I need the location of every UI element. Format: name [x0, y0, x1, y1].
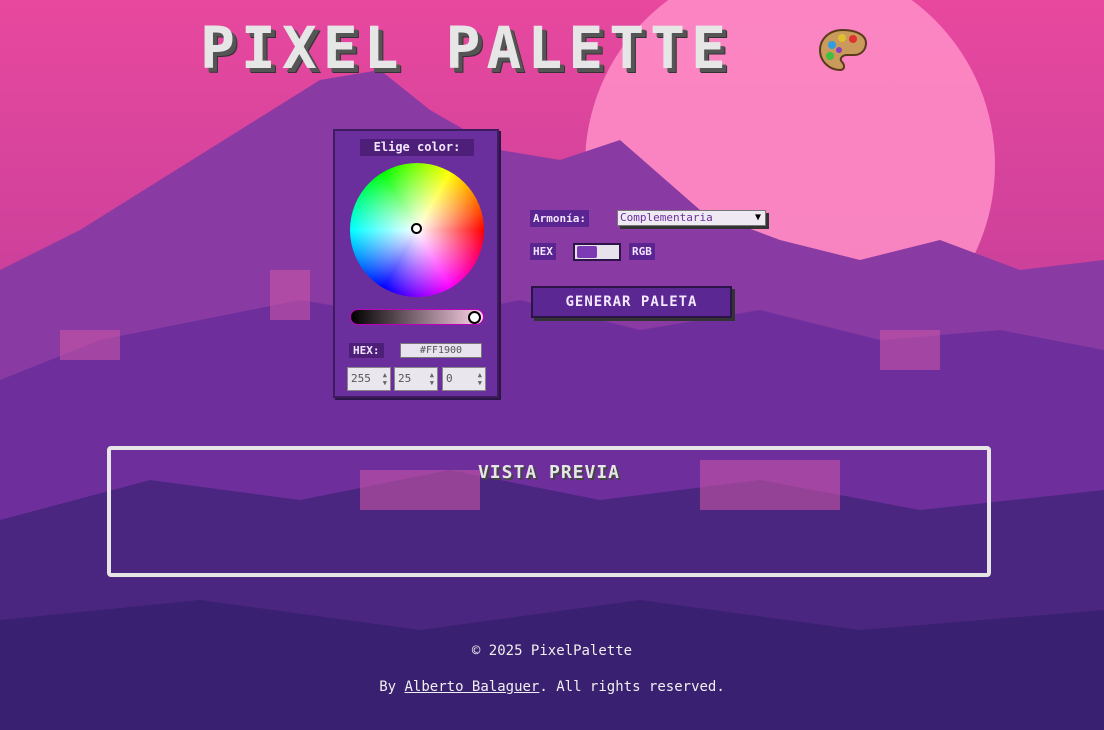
footer-credits: By Alberto Balaguer. All rights reserved… [0, 679, 1104, 695]
blue-value: 0 [446, 372, 453, 385]
format-toggle[interactable] [573, 243, 621, 261]
spinner-icon[interactable]: ▲ ▼ [430, 371, 434, 387]
footer-rights: . All rights reserved. [539, 679, 725, 695]
harmony-select[interactable]: Complementaria ▼ [617, 210, 766, 226]
format-hex-label: HEX [530, 243, 556, 260]
preview-panel: VISTA PREVIA [107, 446, 991, 577]
picker-label: Elige color: [360, 139, 474, 156]
preview-title: VISTA PREVIA [477, 462, 621, 483]
color-picker-panel: Elige color: HEX: #FF1900 255 ▲ ▼ 25 ▲ ▼ 0… [333, 129, 499, 398]
toggle-knob [577, 246, 597, 258]
red-input[interactable]: 255 ▲ ▼ [347, 367, 391, 391]
harmony-value: Complementaria [620, 211, 713, 224]
generate-palette-button[interactable]: GENERAR PALETA [531, 286, 732, 318]
blue-input[interactable]: 0 ▲ ▼ [442, 367, 486, 391]
color-wheel[interactable] [350, 163, 484, 297]
author-link[interactable]: Alberto Balaguer [405, 679, 540, 695]
green-input[interactable]: 25 ▲ ▼ [394, 367, 438, 391]
spinner-icon[interactable]: ▲ ▼ [478, 371, 482, 387]
red-value: 255 [351, 372, 371, 385]
hex-input[interactable]: #FF1900 [400, 343, 482, 358]
harmony-label: Armonía: [530, 210, 589, 227]
footer-by: By [379, 679, 405, 695]
footer-copyright: © 2025 PixelPalette [471, 643, 633, 659]
lightness-slider[interactable] [350, 309, 484, 325]
spinner-icon[interactable]: ▲ ▼ [383, 371, 387, 387]
background-landscape [0, 0, 1104, 730]
palette-icon [818, 28, 868, 72]
wheel-handle[interactable] [411, 223, 422, 234]
chevron-down-icon: ▼ [754, 212, 761, 223]
slider-handle[interactable] [468, 311, 481, 324]
hex-label: HEX: [349, 343, 384, 358]
green-value: 25 [398, 372, 412, 385]
format-rgb-label: RGB [629, 243, 655, 260]
page-title: PIXEL PALETTE [200, 14, 732, 82]
